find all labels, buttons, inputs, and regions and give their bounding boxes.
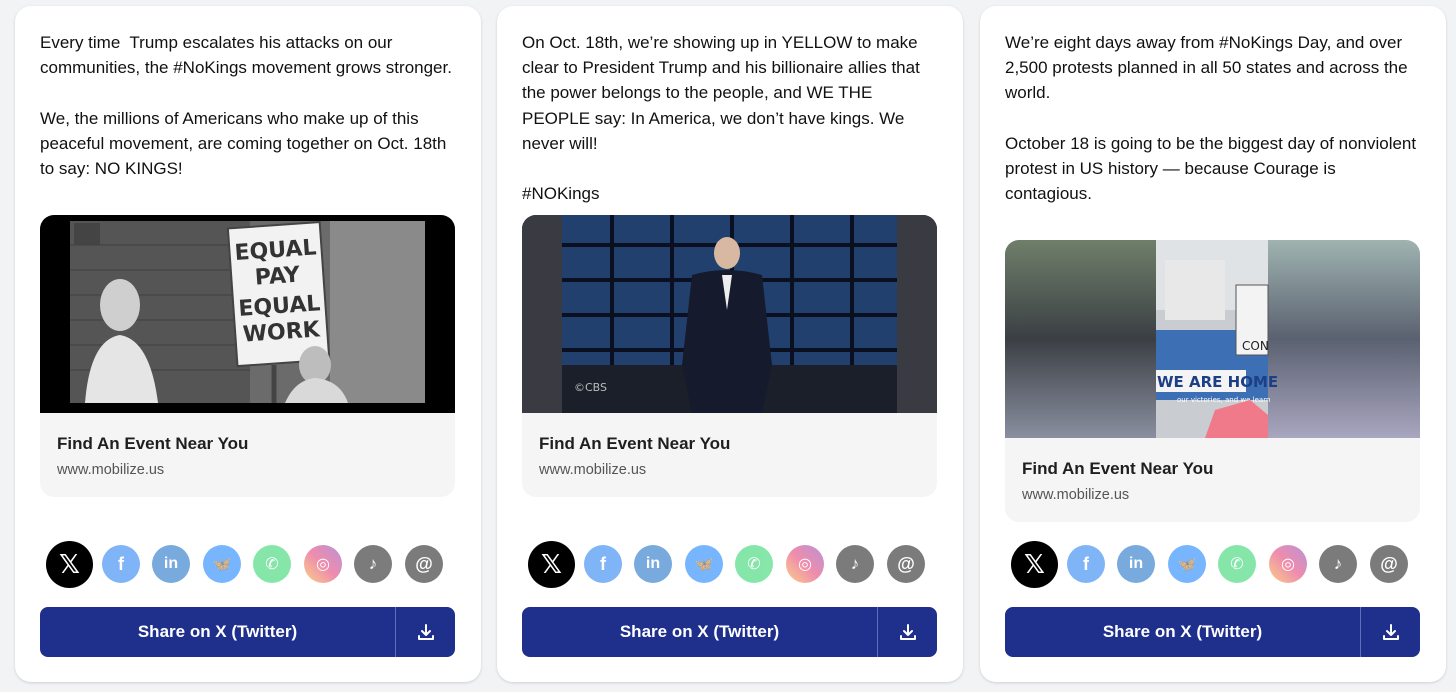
download-button[interactable] [1361,607,1420,657]
social-icons-row: 𝕏 f in 🦋 ✆ ◎ ♪ @ [528,541,928,588]
threads-icon[interactable]: @ [1370,545,1408,583]
instagram-icon[interactable]: ◎ [304,545,342,583]
instagram-icon[interactable]: ◎ [1269,545,1307,583]
post-text: On Oct. 18th, we’re showing up in YELLOW… [522,33,920,204]
link-title[interactable]: Find An Event Near You [1022,459,1213,479]
facebook-icon[interactable]: f [1067,545,1105,583]
x-icon[interactable]: 𝕏 [528,541,575,588]
link-url[interactable]: www.mobilize.us [539,462,646,478]
bluesky-icon[interactable]: 🦋 [203,545,241,583]
tiktok-icon[interactable]: ♪ [354,545,392,583]
bluesky-icon[interactable]: 🦋 [1168,545,1206,583]
svg-text:CON: CON [1242,339,1269,353]
share-controls: Share on X (Twitter) [522,607,937,657]
link-title[interactable]: Find An Event Near You [57,434,248,454]
linkedin-icon[interactable]: in [1117,545,1155,583]
whatsapp-icon[interactable]: ✆ [735,545,773,583]
share-cards-grid: Every time Trump escalates his attacks o… [0,0,1456,692]
whatsapp-icon[interactable]: ✆ [253,545,291,583]
post-text: We’re eight days away from #NoKings Day,… [1005,33,1417,204]
link-url[interactable]: www.mobilize.us [1022,487,1129,503]
x-icon[interactable]: 𝕏 [1011,541,1058,588]
svg-text:©CBS: ©CBS [574,381,607,394]
download-button[interactable] [878,607,937,657]
link-preview[interactable]: WE ARE HOME CON our victories, and we le… [1005,240,1420,522]
download-icon [899,624,916,640]
svg-text:our victories, and we learn: our victories, and we learn [1177,396,1270,404]
download-icon [1382,624,1399,640]
threads-icon[interactable]: @ [887,545,925,583]
svg-text:WE ARE HOME: WE ARE HOME [1157,373,1278,391]
share-card: On Oct. 18th, we’re showing up in YELLOW… [497,6,963,682]
whatsapp-icon[interactable]: ✆ [1218,545,1256,583]
threads-icon[interactable]: @ [405,545,443,583]
share-controls: Share on X (Twitter) [40,607,455,657]
share-on-x-button[interactable]: Share on X (Twitter) [522,607,877,657]
video-thumbnail[interactable]: WE ARE HOME CON our victories, and we le… [1005,240,1420,438]
x-icon[interactable]: 𝕏 [46,541,93,588]
bluesky-icon[interactable]: 🦋 [685,545,723,583]
video-thumbnail[interactable]: EQUAL PAY EQUAL WORK [40,215,455,413]
svg-text:PAY: PAY [254,263,302,291]
share-card: Every time Trump escalates his attacks o… [15,6,481,682]
social-icons-row: 𝕏 f in 🦋 ✆ ◎ ♪ @ [46,541,446,588]
facebook-icon[interactable]: f [102,545,140,583]
share-on-x-button[interactable]: Share on X (Twitter) [1005,607,1360,657]
link-title[interactable]: Find An Event Near You [539,434,730,454]
link-url[interactable]: www.mobilize.us [57,462,164,478]
linkedin-icon[interactable]: in [152,545,190,583]
share-controls: Share on X (Twitter) [1005,607,1420,657]
linkedin-icon[interactable]: in [634,545,672,583]
post-text: Every time Trump escalates his attacks o… [40,33,452,179]
tiktok-icon[interactable]: ♪ [836,545,874,583]
social-icons-row: 𝕏 f in 🦋 ✆ ◎ ♪ @ [1011,541,1411,588]
tiktok-icon[interactable]: ♪ [1319,545,1357,583]
link-preview[interactable]: EQUAL PAY EQUAL WORK Find An Event Near … [40,215,455,497]
download-button[interactable] [396,607,455,657]
share-on-x-button[interactable]: Share on X (Twitter) [40,607,395,657]
link-preview[interactable]: ©CBS Find An Event Near You www.mobilize… [522,215,937,497]
facebook-icon[interactable]: f [584,545,622,583]
share-card: We’re eight days away from #NoKings Day,… [980,6,1446,682]
download-icon [417,624,434,640]
video-thumbnail[interactable]: ©CBS [522,215,937,413]
instagram-icon[interactable]: ◎ [786,545,824,583]
